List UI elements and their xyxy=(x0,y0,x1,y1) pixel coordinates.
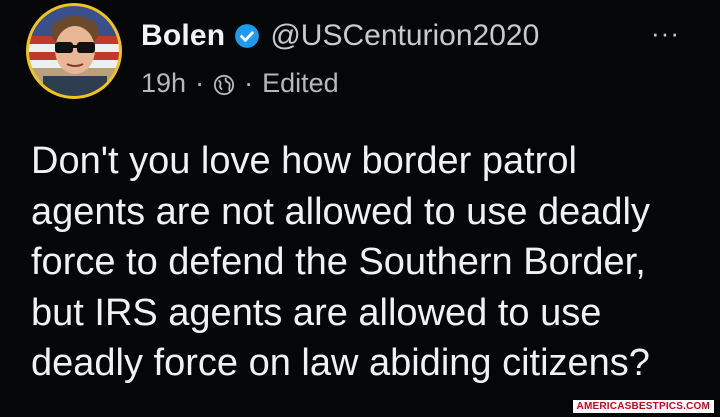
post-card: Bolen @USCenturion2020 ··· 19h · · Edite… xyxy=(0,0,720,417)
meta-separator: · xyxy=(195,67,205,98)
edited-label[interactable]: Edited xyxy=(262,68,339,99)
post-body-text: Don't you love how border patrol agents … xyxy=(31,140,650,384)
avatar-image xyxy=(29,6,119,96)
verified-badge-icon xyxy=(234,23,260,49)
meta-separator-2: · xyxy=(244,67,254,98)
watermark: AMERICASBESTPICS.COM xyxy=(572,400,714,413)
author-name[interactable]: Bolen xyxy=(141,19,225,53)
post-meta: 19h · · Edited xyxy=(141,66,339,100)
author-handle[interactable]: @USCenturion2020 xyxy=(270,19,539,53)
post-header: Bolen @USCenturion2020 xyxy=(141,14,539,58)
avatar[interactable] xyxy=(26,3,122,99)
more-options-button[interactable]: ··· xyxy=(651,20,680,46)
post-time[interactable]: 19h xyxy=(141,68,186,99)
globe-icon xyxy=(213,72,235,96)
more-options-icon: ··· xyxy=(651,18,680,48)
